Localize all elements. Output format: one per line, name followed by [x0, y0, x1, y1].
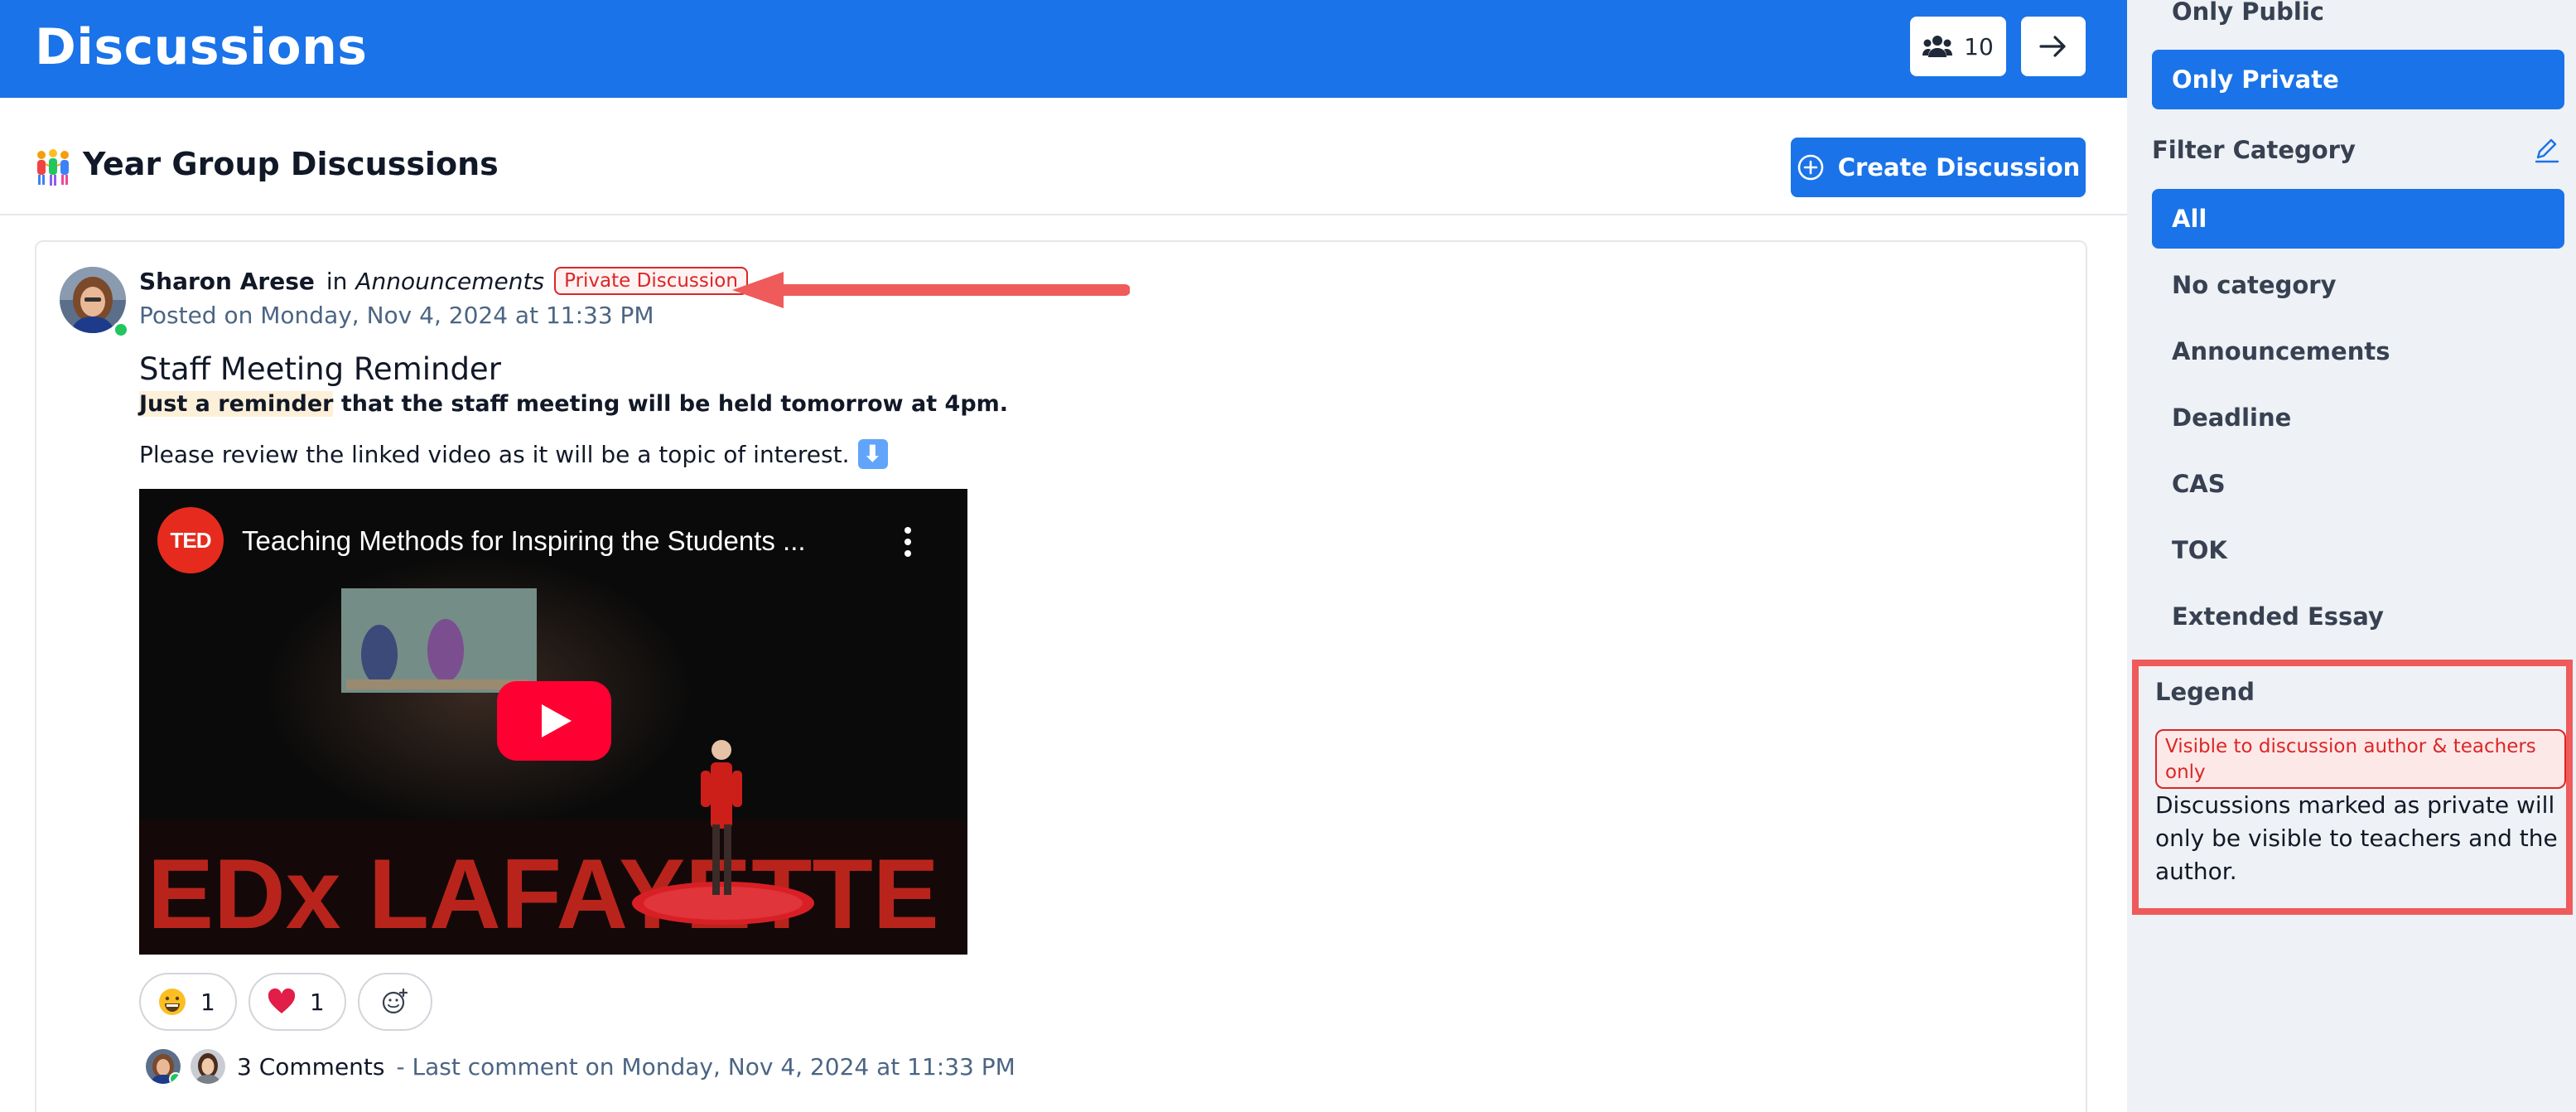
stage-letters: EDx LAFAYETTE — [147, 839, 939, 950]
add-reaction-button[interactable] — [357, 973, 432, 1031]
annotation-arrow-icon — [732, 272, 1130, 308]
category-announcements[interactable]: Announcements — [2152, 322, 2564, 381]
post-body-text: Please review the linked video as it wil… — [139, 440, 850, 468]
post-body-line-1: Just a reminder that the staff meeting w… — [139, 391, 1008, 417]
private-discussion-badge: Private Discussion — [554, 267, 748, 295]
post-body-line-2: Please review the linked video as it wil… — [139, 439, 888, 469]
commenter-avatar — [191, 1049, 225, 1084]
post-body-bold: that the staff meeting will be held tomo… — [333, 391, 1009, 417]
create-discussion-label: Create Discussion — [1837, 153, 2081, 181]
pencil-icon[interactable] — [2533, 136, 2561, 164]
arrow-right-icon — [2039, 36, 2066, 57]
red-heart-icon — [268, 988, 295, 1013]
create-discussion-button[interactable]: Create Discussion — [1791, 138, 2086, 197]
users-icon — [1922, 36, 1953, 57]
last-comment-timestamp: - Last comment on Monday, Nov 4, 2024 at… — [396, 1052, 1015, 1081]
comments-summary[interactable]: 3 Comments - Last comment on Monday, Nov… — [146, 1049, 1015, 1084]
post-category[interactable]: Announcements — [355, 268, 544, 295]
ted-logo[interactable]: TED — [157, 507, 224, 573]
legend-description: Discussions marked as private will only … — [2155, 791, 2558, 885]
category-deadline[interactable]: Deadline — [2152, 388, 2564, 447]
more-vertical-icon[interactable] — [900, 525, 916, 558]
discussion-card: Sharon Arese in Announcements Private Di… — [35, 240, 2087, 1112]
youtube-play-icon[interactable] — [497, 681, 611, 761]
post-body-highlight: Just a reminder — [139, 391, 334, 417]
category-tok[interactable]: TOK — [2152, 520, 2564, 580]
down-arrow-emoji-icon: ⬇ — [857, 439, 888, 469]
post-title: Staff Meeting Reminder — [139, 351, 501, 387]
add-emoji-icon — [382, 988, 408, 1014]
reaction-count: 1 — [309, 988, 325, 1016]
group-bar: Year Group Discussions Create Discussion — [0, 98, 2127, 215]
in-label: in — [326, 267, 348, 295]
video-title[interactable]: Teaching Methods for Inspiring the Stude… — [242, 525, 806, 557]
group-title: Year Group Discussions — [83, 146, 499, 182]
plus-circle-icon — [1797, 154, 1824, 181]
members-count: 10 — [1964, 32, 1994, 60]
main-content: Discussions 10 Year Group Discussions Cr… — [0, 0, 2127, 1112]
author-name[interactable]: Sharon Arese — [139, 268, 315, 295]
category-all[interactable]: All — [2152, 189, 2564, 249]
filter-category-heading: Filter Category — [2152, 136, 2356, 164]
page-title: Discussions — [35, 18, 368, 76]
category-no-category[interactable]: No category — [2152, 255, 2564, 315]
video-embed[interactable]: EDx LAFAYETTE TED Teaching Methods for I… — [139, 489, 967, 955]
legend-title: Legend — [2155, 678, 2255, 706]
filter-sidebar: Only Public Only Private Filter Category… — [2127, 0, 2576, 1112]
posted-timestamp: Posted on Monday, Nov 4, 2024 at 11:33 P… — [139, 302, 654, 329]
reactions-bar: 1 1 — [139, 973, 432, 1031]
category-cas[interactable]: CAS — [2152, 454, 2564, 514]
group-people-icon — [37, 149, 69, 186]
reaction-red-heart[interactable]: 1 — [248, 973, 346, 1031]
collapse-sidebar-button[interactable] — [2021, 17, 2086, 76]
reaction-count: 1 — [200, 988, 215, 1016]
members-button[interactable]: 10 — [1910, 17, 2006, 76]
category-extended-essay[interactable]: Extended Essay — [2152, 587, 2564, 646]
legend-private-badge: Visible to discussion author & teachers … — [2155, 729, 2566, 789]
filter-only-private[interactable]: Only Private — [2152, 50, 2564, 109]
header-bar: Discussions 10 — [0, 0, 2127, 98]
legend-panel: Legend Visible to discussion author & te… — [2132, 660, 2573, 915]
post-meta: Sharon Arese in Announcements Private Di… — [139, 267, 748, 295]
filter-only-public[interactable]: Only Public — [2152, 0, 2564, 41]
grinning-face-icon — [159, 989, 186, 1015]
online-status-dot — [113, 322, 129, 338]
online-status-dot — [169, 1072, 181, 1084]
commenter-avatar — [146, 1049, 181, 1084]
comments-count[interactable]: 3 Comments — [237, 1053, 385, 1081]
reaction-grinning-face[interactable]: 1 — [139, 973, 237, 1031]
